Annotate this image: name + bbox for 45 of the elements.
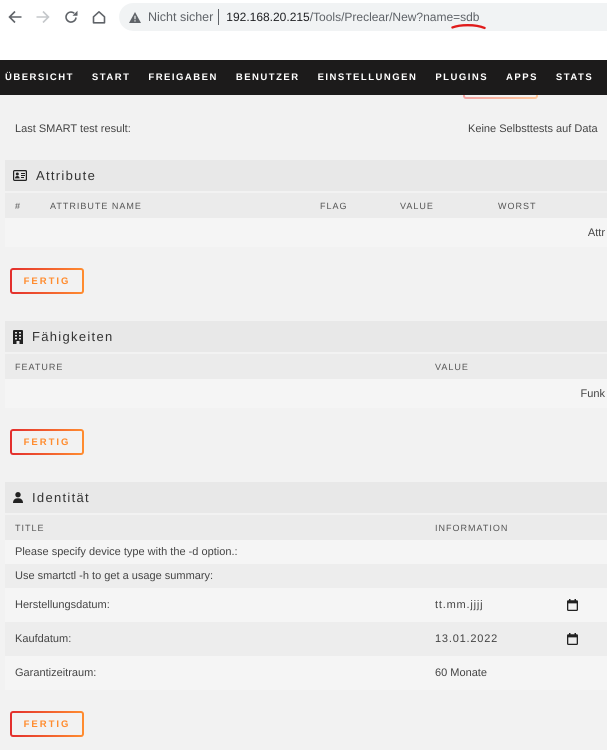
row-label: Garantizeitraum: [15, 667, 96, 679]
calendar-icon[interactable] [567, 633, 578, 645]
row-label: Last SMART test result: [15, 123, 131, 135]
id-card-icon [13, 170, 27, 181]
back-icon[interactable] [8, 10, 22, 24]
date-field[interactable]: tt.mm.jjjj [435, 597, 553, 613]
column-header: WORST [498, 200, 536, 210]
home-icon[interactable] [92, 10, 106, 24]
column-header: FEATURE [15, 362, 64, 372]
nav-link[interactable]: PLUGINS [435, 72, 488, 83]
column-header: INFORMATION [435, 522, 508, 532]
row-label: Kaufdatum: [15, 633, 72, 645]
nav-link[interactable]: APPS [506, 72, 538, 83]
security-indicator[interactable]: Nicht sicher [148, 10, 214, 24]
nav-link[interactable]: BENUTZER [236, 72, 300, 83]
column-header: VALUE [435, 362, 469, 372]
nav-link[interactable]: START [92, 72, 130, 83]
calendar-icon[interactable] [567, 599, 578, 611]
user-icon [13, 492, 23, 503]
column-header: VALUE [400, 200, 434, 210]
table-message: Attr [588, 226, 605, 238]
row-label: Please specify device type with the -d option.: [15, 546, 238, 558]
address-bar[interactable]: Nicht sicher 192.168.20.215/Tools/Preclear/New?name=sdb [119, 3, 607, 31]
building-icon [13, 330, 23, 344]
column-header: # [15, 200, 22, 210]
reload-icon[interactable] [64, 10, 78, 24]
nav-link[interactable]: ÜBERSICHT [5, 72, 74, 83]
section-title: Identität [32, 490, 90, 505]
row-value: Keine Selbsttests auf Data [468, 123, 598, 135]
column-header: TITLE [15, 522, 45, 532]
table-message: Funk [580, 388, 605, 400]
row-value: 60 Monate [435, 667, 487, 679]
section-title: Attribute [36, 168, 96, 183]
underline-mark [451, 23, 486, 30]
row-label: Use smartctl -h to get a usage summary: [15, 570, 214, 582]
nav-link[interactable]: EINSTELLUNGEN [318, 72, 418, 83]
nav-link[interactable]: STATS [556, 72, 594, 83]
section-title: Fähigkeiten [32, 329, 114, 344]
date-field[interactable]: 13.01.2022 [435, 631, 553, 647]
column-header: ATTRIBUTE NAME [50, 200, 142, 210]
url-text: 192.168.20.215/Tools/Preclear/New?name=sdb [226, 10, 480, 24]
warning-icon[interactable] [129, 12, 141, 22]
row-label: Herstellungsdatum: [15, 599, 110, 611]
nav-link[interactable]: FREIGABEN [148, 72, 218, 83]
column-header: FLAG [320, 200, 348, 210]
